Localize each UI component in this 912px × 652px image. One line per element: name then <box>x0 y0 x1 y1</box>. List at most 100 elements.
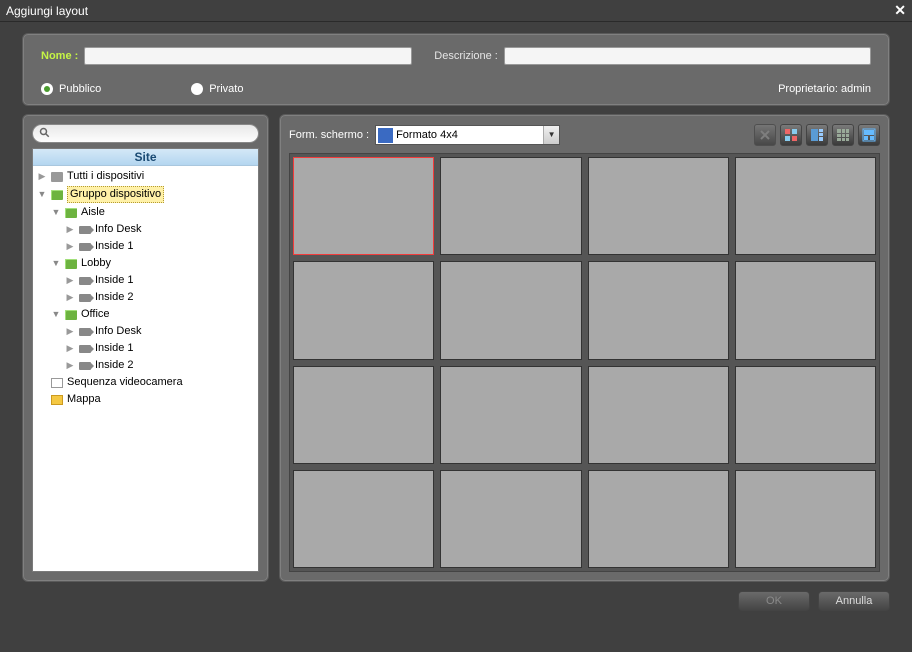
layout-cell[interactable] <box>735 261 876 359</box>
visibility-radios: Pubblico Privato <box>41 83 243 95</box>
device-tree-panel: Site ▶ Tutti i dispositivi ▼ Gruppo disp… <box>22 114 269 582</box>
expand-icon: ▼ <box>51 256 61 271</box>
collapse-icon: ▶ <box>65 290 75 305</box>
tree-lobby-c2[interactable]: ▶ Inside 2 <box>33 289 258 306</box>
tree-all-devices[interactable]: ▶ Tutti i dispositivi <box>33 168 258 185</box>
layout-cell[interactable] <box>588 261 729 359</box>
layout-cell[interactable] <box>440 470 581 568</box>
layout-preset-1-button[interactable] <box>780 124 802 146</box>
tree-label: Inside 1 <box>95 341 134 356</box>
tree-label: Aisle <box>81 205 105 220</box>
layout-icon <box>810 128 824 142</box>
tree-label: Info Desk <box>95 324 141 339</box>
map-icon <box>50 394 64 406</box>
tree-office-c3[interactable]: ▶ Inside 2 <box>33 357 258 374</box>
collapse-icon: ▶ <box>37 169 47 184</box>
sequence-icon <box>50 377 64 389</box>
tree-box: Site ▶ Tutti i dispositivi ▼ Gruppo disp… <box>32 148 259 572</box>
radio-public[interactable]: Pubblico <box>41 83 101 95</box>
search-input[interactable] <box>32 124 259 143</box>
collapse-icon: ▶ <box>65 324 75 339</box>
camera-icon <box>78 224 92 236</box>
expand-icon: ▼ <box>51 307 61 322</box>
layout-cell[interactable] <box>735 366 876 464</box>
tree-sequence[interactable]: Sequenza videocamera <box>33 374 258 391</box>
expand-icon: ▼ <box>51 205 61 220</box>
layout-cell[interactable] <box>588 366 729 464</box>
layout-cell[interactable] <box>735 470 876 568</box>
description-input[interactable] <box>504 47 871 65</box>
screen-format-select[interactable]: Formato 4x4 ▼ <box>375 125 560 145</box>
tree-label: Tutti i dispositivi <box>67 169 144 184</box>
layout-cell[interactable] <box>588 157 729 255</box>
form-row-options: Pubblico Privato Proprietario: admin <box>41 83 871 95</box>
tree-label: Sequenza videocamera <box>67 375 183 390</box>
tree-header: Site <box>33 149 258 166</box>
layout-cell[interactable] <box>440 366 581 464</box>
layout-cell[interactable] <box>293 470 434 568</box>
radio-public-label: Pubblico <box>59 83 101 95</box>
close-icon[interactable]: ✕ <box>894 2 906 19</box>
layout-icon <box>862 128 876 142</box>
layout-cell[interactable] <box>293 261 434 359</box>
camera-icon <box>78 326 92 338</box>
screen-format-group: Form. schermo : Formato 4x4 ▼ <box>289 125 560 145</box>
tree-label: Inside 1 <box>95 239 134 254</box>
layout-buttons <box>754 124 880 146</box>
delete-cell-button[interactable] <box>754 124 776 146</box>
search-wrap <box>32 124 259 143</box>
x-icon <box>758 128 772 142</box>
description-label: Descrizione : <box>434 50 498 62</box>
tree-aisle[interactable]: ▼ Aisle <box>33 204 258 221</box>
tree-lobby-c1[interactable]: ▶ Inside 1 <box>33 272 258 289</box>
tree-aisle-c2[interactable]: ▶ Inside 1 <box>33 238 258 255</box>
screen-format-label: Form. schermo : <box>289 129 369 141</box>
grid-icon <box>378 128 393 143</box>
layout-grid <box>289 153 880 572</box>
folder-icon <box>64 207 78 219</box>
layout-panel: Form. schermo : Formato 4x4 ▼ <box>279 114 890 582</box>
layout-preset-2-button[interactable] <box>806 124 828 146</box>
camera-icon <box>78 292 92 304</box>
tree: ▶ Tutti i dispositivi ▼ Gruppo dispositi… <box>33 166 258 410</box>
radio-private-label: Privato <box>209 83 243 95</box>
tree-office-c1[interactable]: ▶ Info Desk <box>33 323 258 340</box>
layout-icon <box>836 128 850 142</box>
tree-label-selected: Gruppo dispositivo <box>67 186 164 203</box>
ok-button[interactable]: OK <box>738 591 810 611</box>
collapse-icon: ▶ <box>65 273 75 288</box>
tree-label: Info Desk <box>95 222 141 237</box>
tree-office-c2[interactable]: ▶ Inside 1 <box>33 340 258 357</box>
layout-toolbar: Form. schermo : Formato 4x4 ▼ <box>289 124 880 146</box>
radio-private[interactable]: Privato <box>191 83 243 95</box>
layout-cell[interactable] <box>440 157 581 255</box>
name-input[interactable] <box>84 47 412 65</box>
tree-label: Inside 2 <box>95 290 134 305</box>
tree-map[interactable]: Mappa <box>33 391 258 408</box>
layout-cell[interactable] <box>293 157 434 255</box>
tree-aisle-c1[interactable]: ▶ Info Desk <box>33 221 258 238</box>
cancel-button[interactable]: Annulla <box>818 591 890 611</box>
layout-preset-3-button[interactable] <box>832 124 854 146</box>
tree-office[interactable]: ▼ Office <box>33 306 258 323</box>
tree-label: Inside 1 <box>95 273 134 288</box>
camera-icon <box>78 360 92 372</box>
folder-icon <box>64 309 78 321</box>
tree-label: Inside 2 <box>95 358 134 373</box>
tree-device-group[interactable]: ▼ Gruppo dispositivo <box>33 185 258 204</box>
screen-format-value: Formato 4x4 <box>396 129 543 141</box>
layout-cell[interactable] <box>293 366 434 464</box>
collapse-icon: ▶ <box>65 222 75 237</box>
layout-cell[interactable] <box>440 261 581 359</box>
tree-lobby[interactable]: ▼ Lobby <box>33 255 258 272</box>
tree-label: Office <box>81 307 110 322</box>
layout-cell[interactable] <box>588 470 729 568</box>
camera-icon <box>78 241 92 253</box>
owner-label: Proprietario: admin <box>778 83 871 95</box>
window-title: Aggiungi layout <box>6 4 88 18</box>
tree-label: Lobby <box>81 256 111 271</box>
form-row-inputs: Nome : Descrizione : <box>41 47 871 65</box>
layout-cell[interactable] <box>735 157 876 255</box>
layout-preset-4-button[interactable] <box>858 124 880 146</box>
collapse-icon: ▶ <box>65 358 75 373</box>
